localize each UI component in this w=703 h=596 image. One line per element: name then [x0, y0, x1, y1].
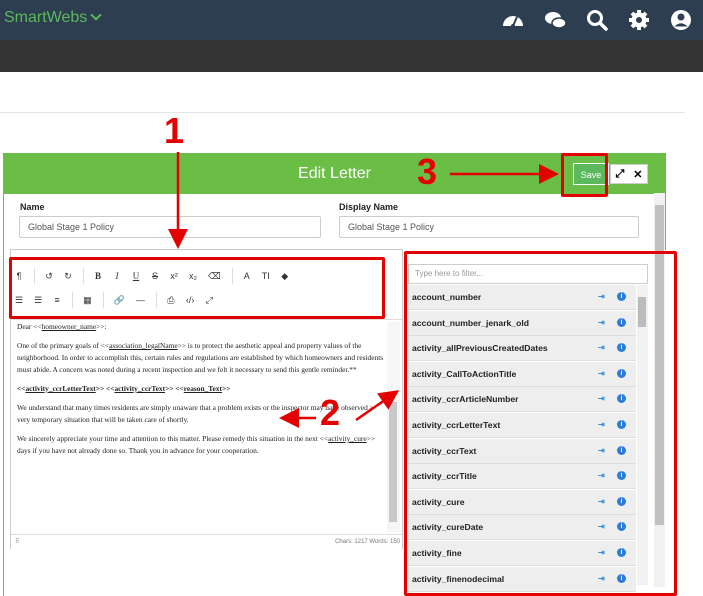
letter-text: >> <<: [95, 384, 115, 393]
merge-field: reason_Text: [183, 384, 222, 393]
chat-icon[interactable]: [543, 8, 567, 32]
char-word-count: Chars: 1217 Words: 150: [335, 539, 400, 545]
letter-text: >>: [221, 384, 231, 393]
annotation-box-fields: [404, 251, 677, 596]
merge-field: activity_ccrLetterText: [25, 384, 96, 393]
display-name-field[interactable]: Global Stage 1 Policy: [339, 216, 639, 238]
divider: [0, 112, 685, 113]
chevron-down-icon: [90, 9, 102, 21]
name-label: Name: [20, 202, 45, 212]
display-name-label: Display Name: [339, 202, 399, 212]
annotation-number-2: 2: [320, 392, 341, 433]
letter-text: >>:: [96, 322, 107, 331]
letter-text: Dear <<: [17, 322, 42, 331]
editor-scrollbar[interactable]: [387, 322, 400, 532]
window-controls: ⤢ ✕: [610, 164, 648, 184]
brand-menu[interactable]: SmartWebs: [4, 9, 102, 27]
close-icon[interactable]: ✕: [633, 168, 642, 181]
gear-icon[interactable]: [627, 8, 651, 32]
dashboard-icon[interactable]: [501, 8, 525, 32]
expand-icon[interactable]: ⤢: [615, 168, 624, 181]
letter-text: >> <<: [165, 384, 184, 393]
merge-field: activity_cure: [328, 434, 367, 443]
annotation-number-1: 1: [164, 110, 185, 151]
merge-field: activity_ccrText: [114, 384, 166, 393]
letter-paragraph: We sincerely appreciate your time and at…: [17, 433, 385, 457]
annotation-box-toolbar: [9, 257, 385, 319]
name-field[interactable]: Global Stage 1 Policy: [19, 216, 321, 238]
merge-field: association_legalName: [109, 341, 178, 350]
editor-statusbar: ⠿ Chars: 1217 Words: 150: [11, 534, 402, 549]
annotation-box-save: [561, 153, 608, 197]
resize-grip-icon[interactable]: ⠿: [15, 538, 19, 545]
scroll-thumb[interactable]: [389, 402, 397, 522]
letter-text: One of the primary goals of <<: [17, 341, 110, 350]
letter-text: We sincerely appreciate your time and at…: [17, 434, 329, 443]
search-icon[interactable]: [585, 8, 609, 32]
annotation-number-3: 3: [417, 151, 438, 192]
top-navbar: SmartWebs: [0, 0, 703, 40]
secondary-bar: [0, 40, 703, 72]
letter-paragraph: One of the primary goals of <<associatio…: [17, 340, 385, 376]
brand-name: SmartWebs: [4, 9, 88, 26]
merge-field: homeowner_name: [41, 322, 97, 331]
letter-paragraph: Dear <<homeowner_name>>:: [17, 321, 385, 333]
user-icon[interactable]: [669, 8, 693, 32]
